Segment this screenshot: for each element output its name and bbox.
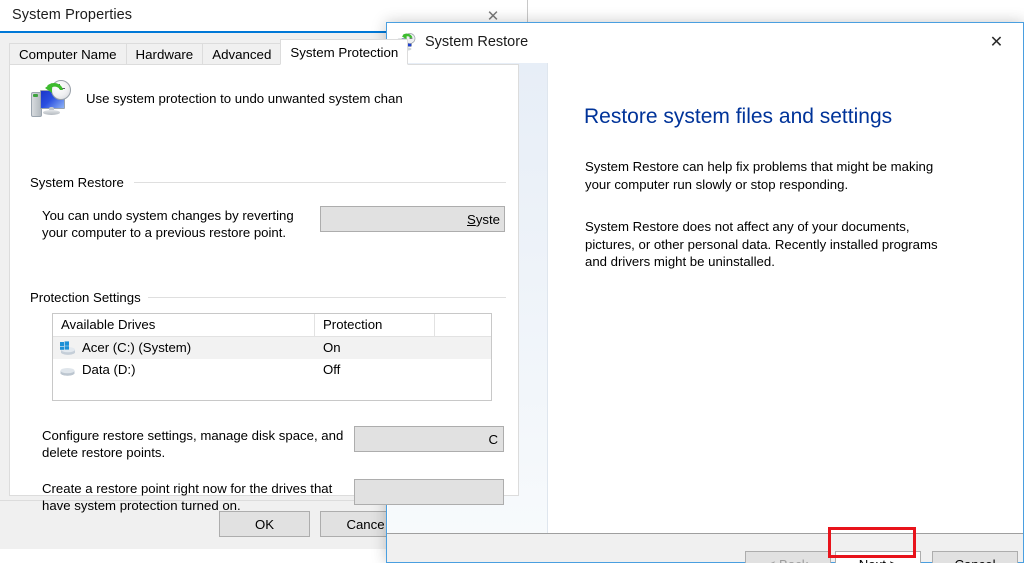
- system-properties-window: System Properties ✕ Computer Name Hardwa…: [0, 0, 528, 548]
- system-restore-content: Restore system files and settings System…: [548, 63, 1023, 533]
- drive-protection-cell: Off: [315, 359, 435, 381]
- table-row[interactable]: Acer (C:) (System) On: [53, 337, 491, 359]
- group-divider-system-restore: [134, 182, 506, 183]
- hard-drive-icon: [59, 363, 76, 378]
- cancel-button[interactable]: Cancel: [932, 551, 1018, 563]
- ok-button[interactable]: OK: [219, 511, 310, 537]
- system-protection-icon: [30, 79, 70, 119]
- system-restore-footer: < Back Next > Cancel: [387, 533, 1023, 562]
- system-restore-button-rest: yste: [476, 212, 500, 227]
- next-button[interactable]: Next >: [835, 551, 921, 563]
- back-button[interactable]: < Back: [745, 551, 831, 563]
- tab-advanced[interactable]: Advanced: [202, 43, 281, 65]
- tab-strip: Computer Name Hardware Advanced System P…: [9, 40, 436, 65]
- system-protection-tab-page: Use system protection to undo unwanted s…: [9, 64, 519, 496]
- group-label-system-restore: System Restore: [30, 175, 130, 190]
- system-restore-titlebar: System Restore ✕: [387, 23, 1023, 63]
- tab-system-protection[interactable]: System Protection: [280, 39, 408, 65]
- configure-description: Configure restore settings, manage disk …: [42, 427, 362, 461]
- available-drives-list[interactable]: Available Drives Protection: [52, 313, 492, 401]
- column-header-protection[interactable]: Protection: [315, 314, 435, 336]
- page-title: Restore system files and settings: [584, 105, 892, 129]
- group-divider-protection-settings: [148, 297, 506, 298]
- protection-header-text: Use system protection to undo unwanted s…: [86, 91, 403, 106]
- intro-paragraph-1: System Restore can help fix problems tha…: [585, 158, 955, 193]
- tab-computer-name[interactable]: Computer Name: [9, 43, 127, 65]
- drives-list-header: Available Drives Protection: [53, 314, 491, 337]
- group-label-protection-settings: Protection Settings: [30, 290, 147, 305]
- column-header-available-drives[interactable]: Available Drives: [53, 314, 315, 336]
- system-properties-body: Computer Name Hardware Advanced System P…: [0, 33, 527, 548]
- create-description: Create a restore point right now for the…: [42, 480, 372, 514]
- configure-button[interactable]: C: [354, 426, 504, 452]
- system-properties-title: System Properties: [12, 7, 132, 23]
- intro-paragraph-2: System Restore does not affect any of yo…: [585, 218, 955, 271]
- table-row[interactable]: Data (D:) Off: [53, 359, 491, 381]
- drive-protection-cell: On: [315, 337, 435, 359]
- system-restore-description: You can undo system changes by reverting…: [42, 207, 342, 241]
- drive-name-cell: Data (D:): [53, 359, 315, 381]
- system-restore-title: System Restore: [425, 34, 528, 50]
- close-icon[interactable]: ✕: [974, 25, 1019, 59]
- create-button[interactable]: [354, 479, 504, 505]
- system-restore-button[interactable]: Syste: [320, 206, 505, 232]
- tab-hardware[interactable]: Hardware: [126, 43, 204, 65]
- drive-name-cell: Acer (C:) (System): [53, 337, 315, 359]
- drive-name-label: Acer (C:) (System): [82, 337, 191, 359]
- system-drive-icon: [59, 341, 76, 356]
- drive-name-label: Data (D:): [82, 359, 136, 381]
- screen: System Properties ✕ Computer Name Hardwa…: [0, 0, 1024, 563]
- protection-header-row: Use system protection to undo unwanted s…: [30, 79, 403, 119]
